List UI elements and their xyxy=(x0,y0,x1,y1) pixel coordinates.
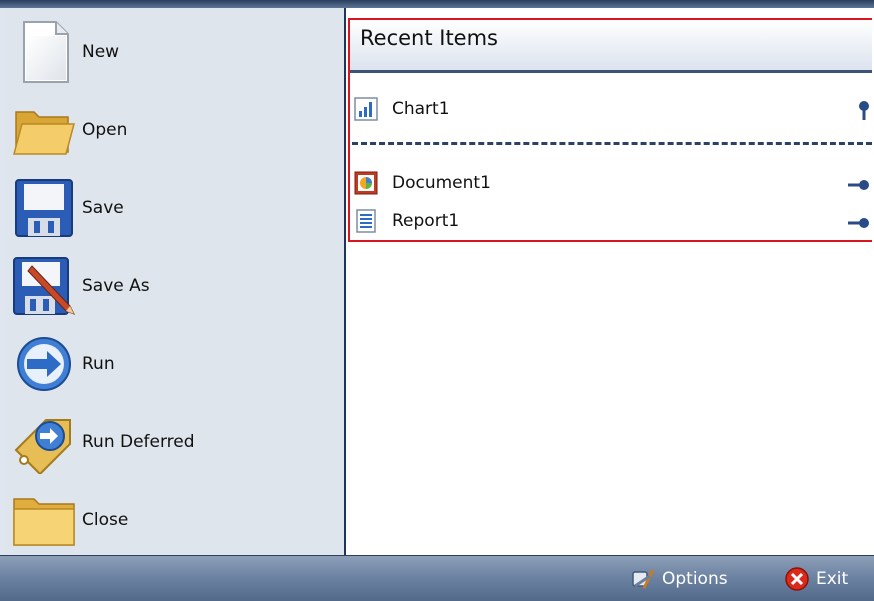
menu-item-new[interactable]: New xyxy=(6,14,344,90)
menu-item-run[interactable]: Run xyxy=(6,326,344,402)
unpinned-pin-icon[interactable] xyxy=(846,172,872,196)
menu-item-open[interactable]: Open xyxy=(6,92,344,168)
save-as-disk-pencil-icon xyxy=(12,254,76,318)
recent-item-document1[interactable]: Document1 xyxy=(350,166,872,200)
menu-item-label: Run Deferred xyxy=(82,432,195,452)
menu-item-close[interactable]: Close xyxy=(6,482,344,558)
recent-items-title: Recent Items xyxy=(360,26,498,50)
options-button[interactable]: Options xyxy=(630,556,728,601)
options-label: Options xyxy=(662,568,728,589)
close-folder-icon xyxy=(12,488,76,552)
unpinned-pin-icon[interactable] xyxy=(846,210,872,234)
menu-item-label: Close xyxy=(82,510,129,530)
save-disk-icon xyxy=(12,176,76,240)
menu-item-save[interactable]: Save xyxy=(6,170,344,246)
document-icon xyxy=(354,171,378,195)
exit-button[interactable]: Exit xyxy=(784,556,848,601)
pinned-pin-icon[interactable] xyxy=(846,98,872,122)
command-menu: New Open Save Save As Run Run Deferred C… xyxy=(6,8,346,555)
recent-items-panel: Recent Items Chart1 Document1 Report1 xyxy=(346,8,874,555)
options-tools-icon xyxy=(630,566,656,592)
recent-item-label: Report1 xyxy=(392,211,460,231)
menu-top-strip xyxy=(0,0,874,8)
application-menu: New Open Save Save As Run Run Deferred C… xyxy=(0,0,874,555)
menu-item-label: New xyxy=(82,42,120,62)
recent-item-chart1[interactable]: Chart1 xyxy=(350,92,872,126)
menu-item-save-as[interactable]: Save As xyxy=(6,248,344,324)
open-folder-icon xyxy=(12,98,76,162)
run-deferred-tag-icon xyxy=(12,410,76,474)
run-arrow-icon xyxy=(12,332,76,396)
recent-item-report1[interactable]: Report1 xyxy=(350,204,872,238)
recent-item-label: Chart1 xyxy=(392,99,450,119)
new-document-icon xyxy=(12,20,76,84)
chart-icon xyxy=(354,97,378,121)
menu-item-label: Save xyxy=(82,198,124,218)
menu-item-label: Open xyxy=(82,120,128,140)
recent-items-highlight: Recent Items Chart1 Document1 Report1 xyxy=(348,18,872,242)
recent-item-label: Document1 xyxy=(392,173,491,193)
menu-item-label: Run xyxy=(82,354,115,374)
exit-label: Exit xyxy=(816,568,849,589)
menu-item-label: Save As xyxy=(82,276,150,296)
menu-item-run-deferred[interactable]: Run Deferred xyxy=(6,404,344,480)
pinned-separator xyxy=(352,142,872,145)
menu-footer-bar: Options Exit xyxy=(0,555,874,601)
exit-x-icon xyxy=(784,566,810,592)
recent-items-header: Recent Items xyxy=(350,20,872,73)
report-icon xyxy=(354,209,378,233)
